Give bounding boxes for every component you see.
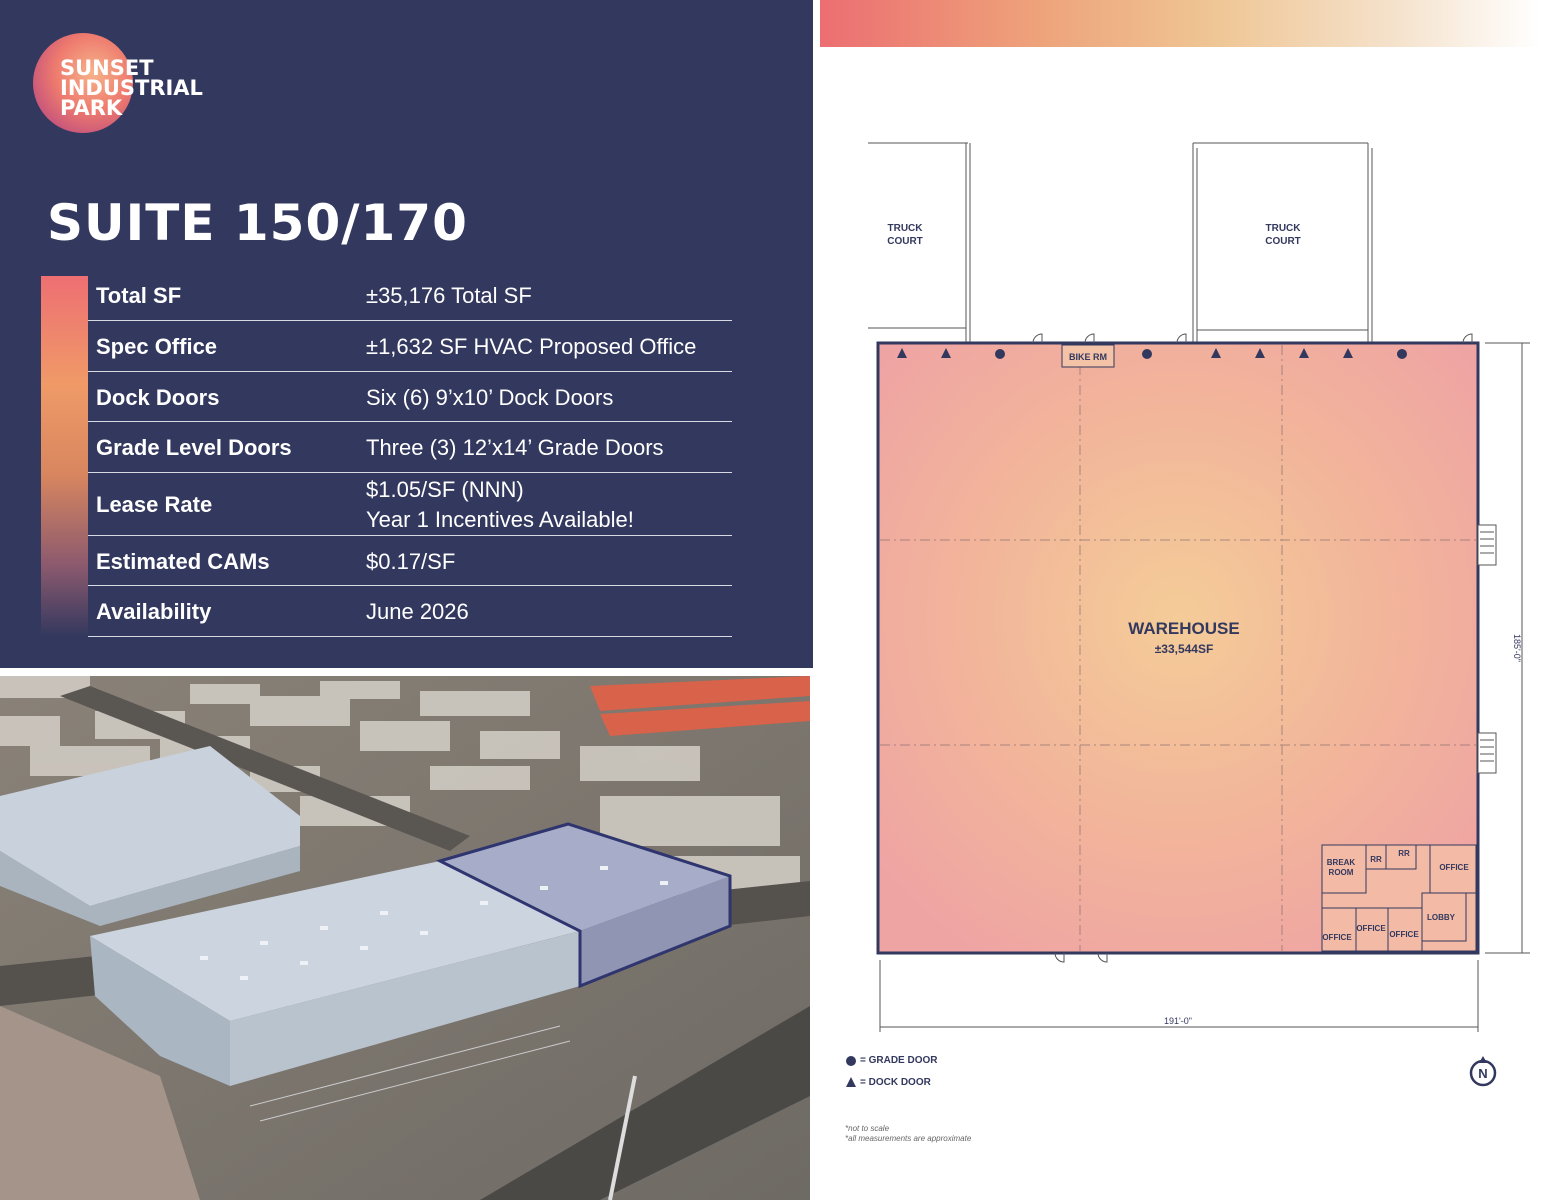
logo-line-3: PARK [60, 96, 123, 120]
bike-room-label: BIKE RM [1069, 352, 1107, 362]
legend-grade-door: = GRADE DOOR [860, 1055, 938, 1066]
floor-plan: TRUCK COURT TRUCK COURT BIKE RM WAREHOUS… [846, 142, 1530, 1087]
spec-label: Grade Level Doors [96, 435, 292, 460]
width-dimension-label: 191'-0" [1164, 1016, 1192, 1026]
legend-dock-door: = DOCK DOOR [860, 1077, 931, 1088]
restroom-label-2: RR [1398, 849, 1410, 858]
office-mid-label: OFFICE [1356, 924, 1386, 933]
warehouse-sf: ±33,544SF [1155, 642, 1214, 656]
office-bottom-right-label: OFFICE [1389, 930, 1419, 939]
spec-label: Spec Office [96, 334, 218, 359]
truck-court-right-label-1: TRUCK [1266, 223, 1302, 234]
break-room-label-2: ROOM [1329, 868, 1354, 877]
spec-label: Dock Doors [96, 385, 220, 410]
side-stairs [1477, 524, 1497, 774]
warehouse-label: WAREHOUSE [1128, 619, 1239, 638]
footnote-scale: *not to scale [845, 1124, 890, 1133]
truck-court-left-label-1: TRUCK [888, 223, 924, 234]
logo-line-1: SUNSET [60, 56, 154, 80]
height-dimension-label: 185'-0" [1512, 634, 1522, 662]
spec-row-grade-doors: Grade Level Doors Three (3) 12’x14’ Grad… [88, 422, 732, 473]
north-letter: N [1478, 1066, 1487, 1081]
grade-door-icon [1397, 349, 1407, 359]
spec-label: Total SF [96, 283, 182, 308]
spec-label: Estimated CAMs [96, 549, 270, 574]
spec-value: ±35,176 Total SF [366, 283, 532, 308]
spec-row-cams: Estimated CAMs $0.17/SF [88, 536, 732, 586]
suite-title: SUITE 150/170 [47, 194, 468, 252]
gradient-accent-bar [41, 276, 88, 637]
north-arrow-icon: N [1469, 1056, 1497, 1087]
brand-logo: SUNSET INDUSTRIAL PARK [60, 56, 203, 120]
spec-row-total-sf: Total SF ±35,176 Total SF [88, 271, 732, 321]
footnote-measurements: *all measurements are approximate [845, 1134, 972, 1143]
lobby-label: LOBBY [1427, 913, 1456, 922]
spec-value: ±1,632 SF HVAC Proposed Office [366, 334, 697, 359]
spec-label: Availability [96, 599, 212, 624]
truck-court-left-label-2: COURT [887, 236, 923, 247]
spec-value: Six (6) 9’x10’ Dock Doors [366, 385, 614, 410]
spec-row-lease-rate: Lease Rate $1.05/SF (NNN) Year 1 Incenti… [88, 473, 732, 536]
grade-door-legend-icon [846, 1056, 856, 1066]
office-bottom-left-label: OFFICE [1322, 933, 1352, 942]
grade-door-icon [1142, 349, 1152, 359]
break-room-label-1: BREAK [1327, 858, 1356, 867]
grade-door-icon [995, 349, 1005, 359]
spec-value: Year 1 Incentives Available! [366, 507, 634, 532]
spec-row-spec-office: Spec Office ±1,632 SF HVAC Proposed Offi… [88, 321, 732, 372]
spec-panel: SUNSET INDUSTRIAL PARK SUITE 150/170 Tot… [0, 0, 813, 668]
aerial-photo [0, 676, 810, 1200]
spec-value: $1.05/SF (NNN) [366, 477, 524, 502]
spec-value: $0.17/SF [366, 549, 456, 574]
height-dimension [1485, 342, 1530, 954]
spec-value: June 2026 [366, 599, 469, 624]
restroom-label-1: RR [1370, 855, 1382, 864]
spec-value: Three (3) 12’x14’ Grade Doors [366, 435, 664, 460]
aerial-illustration [0, 676, 810, 1200]
spec-row-availability: Availability June 2026 [88, 586, 732, 637]
spec-row-dock-doors: Dock Doors Six (6) 9’x10’ Dock Doors [88, 372, 732, 422]
office-right-label: OFFICE [1439, 863, 1469, 872]
header-gradient-bar [820, 0, 1540, 47]
dock-door-legend-icon [846, 1077, 856, 1087]
truck-court-right-label-2: COURT [1265, 236, 1301, 247]
spec-table: Total SF ±35,176 Total SF Spec Office ±1… [88, 271, 732, 637]
spec-label: Lease Rate [96, 492, 213, 517]
logo-line-2: INDUSTRIAL [60, 76, 203, 100]
